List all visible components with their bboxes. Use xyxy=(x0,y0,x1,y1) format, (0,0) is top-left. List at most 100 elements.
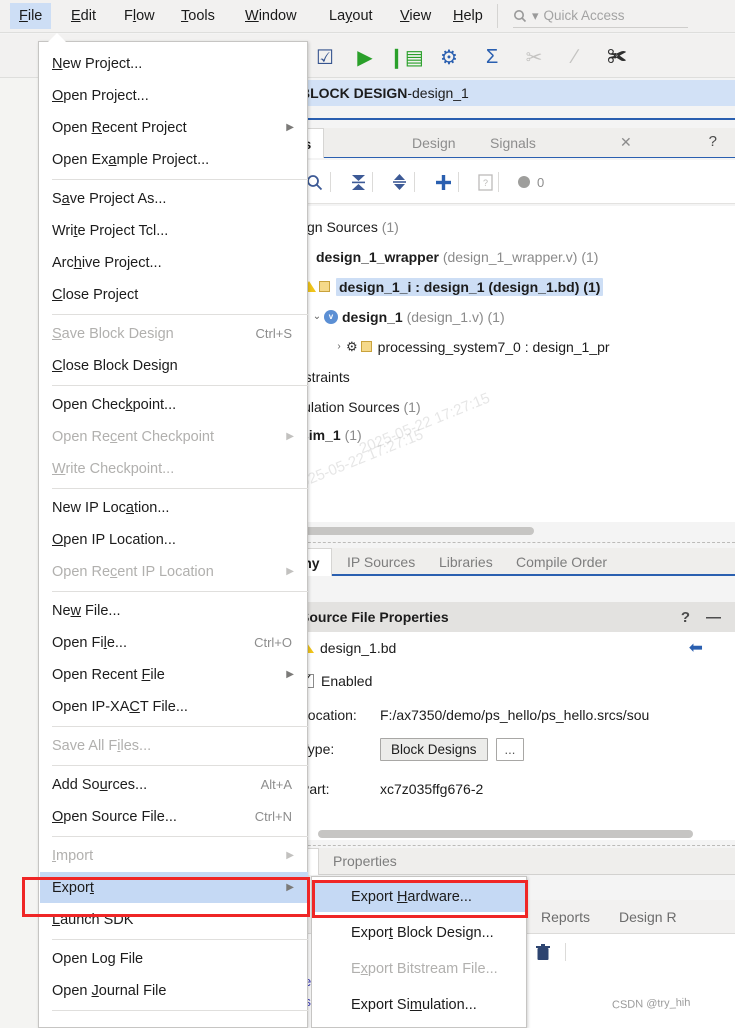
dot-count-icon[interactable]: 0 xyxy=(517,170,544,194)
menu-item-save-project-as[interactable]: Save Project As... xyxy=(40,183,308,214)
tab-design[interactable]: Design xyxy=(400,128,468,158)
menubar-item-file[interactable]: File xyxy=(10,3,52,29)
report-icon[interactable]: ❙▤ xyxy=(388,44,424,70)
menu-item-open-file[interactable]: Open File... Ctrl+O xyxy=(40,627,308,658)
menu-item-label: Launch SDK xyxy=(52,911,134,928)
source-file-row[interactable]: design_1.bd ⬅ xyxy=(238,632,735,664)
console-tab-design-r[interactable]: Design R xyxy=(608,900,688,934)
menu-item-open-example-project[interactable]: Open Example Project... xyxy=(40,144,308,175)
tab-properties[interactable]: Properties xyxy=(322,848,408,875)
tree-caret[interactable]: › xyxy=(332,341,346,352)
properties-horizontal-scrollbar[interactable] xyxy=(318,830,693,838)
back-arrow-icon[interactable]: ⬅ xyxy=(689,638,703,658)
menu-item-new-ip-location[interactable]: New IP Location... xyxy=(40,492,308,523)
menu-item-write-project-tcl[interactable]: Write Project Tcl... xyxy=(40,215,308,246)
menubar-item-edit[interactable]: Edit xyxy=(62,3,105,29)
menu-item-close-project[interactable]: Close Project xyxy=(40,279,308,310)
menu-item-label: Save Project As... xyxy=(52,190,167,207)
sources-toolbar-divider xyxy=(372,172,373,192)
menu-item-launch-sdk[interactable]: Launch SDK xyxy=(40,904,308,935)
menu-item-write-checkpoint: Write Checkpoint... xyxy=(40,453,308,484)
menu-item-open-recent-file[interactable]: Open Recent File ▶ xyxy=(40,659,308,690)
source-file-properties-title: Source File Properties xyxy=(300,609,449,625)
menubar-item-view[interactable]: View xyxy=(391,3,440,29)
menubar-item-window[interactable]: Window xyxy=(236,3,306,29)
menu-pointer xyxy=(48,33,66,42)
help-icon[interactable]: ? xyxy=(709,133,717,150)
menu-item-export[interactable]: Export ▶ xyxy=(40,872,308,903)
menu-separator xyxy=(52,726,308,727)
tree-horizontal-scrollbar[interactable] xyxy=(296,527,534,535)
menu-item-new-project[interactable]: New Project... xyxy=(40,48,308,79)
menu-item-close-block-design[interactable]: Close Block Design xyxy=(40,350,308,381)
menubar-item-layout[interactable]: Layout xyxy=(320,3,382,29)
search-icon[interactable] xyxy=(306,170,323,194)
menu-item-open-ip-location[interactable]: Open IP Location... xyxy=(40,524,308,555)
menu-item-label: Open IP-XACT File... xyxy=(52,698,188,715)
trash-icon[interactable] xyxy=(535,941,551,963)
close-icon[interactable]: ✕ xyxy=(620,134,632,151)
tree-item-label: design_1 (design_1.v) (1) xyxy=(342,308,505,325)
submenu-item-export-block-design[interactable]: Export Block Design... xyxy=(313,917,527,948)
part-value: xc7z035ffg676-2 xyxy=(380,781,484,797)
collapse-all-icon[interactable] xyxy=(350,170,367,194)
scissors-icon[interactable]: ✀ xyxy=(604,44,630,70)
tab-ip-sources[interactable]: IP Sources xyxy=(336,548,426,576)
menu-item-open-ip-xact-file[interactable]: Open IP-XACT File... xyxy=(40,691,308,722)
tree-item-label: design_1_wrapper (design_1_wrapper.v) (1… xyxy=(316,248,599,265)
menu-item-open-project[interactable]: Open Project... xyxy=(40,80,308,111)
help-icon[interactable]: ? xyxy=(681,609,690,626)
validate-design-icon[interactable]: ☑ xyxy=(312,44,338,70)
submenu-item-export-hardware[interactable]: Export Hardware... xyxy=(313,881,527,912)
sigma-sum-icon[interactable]: Σ xyxy=(479,44,505,70)
type-more-button[interactable]: ... xyxy=(495,737,525,761)
source-file-properties-header: Source File Properties ? — xyxy=(238,602,735,632)
submenu-item-export-simulation[interactable]: Export Simulation... xyxy=(313,989,527,1020)
tree-item[interactable]: ⌄ v design_1 (design_1.v) (1) xyxy=(310,304,505,329)
menu-item-label: Open File... xyxy=(52,634,127,651)
menu-item-open-checkpoint[interactable]: Open Checkpoint... xyxy=(40,389,308,420)
location-row: Location: F:/ax7350/demo/ps_hello/ps_hel… xyxy=(300,702,649,728)
menu-item-archive-project[interactable]: Archive Project... xyxy=(40,247,308,278)
source-file-name: design_1.bd xyxy=(320,640,397,656)
tree-caret[interactable]: ⌄ xyxy=(310,311,324,322)
menu-item-open-journal-file[interactable]: Open Journal File xyxy=(40,975,308,1006)
expand-all-icon[interactable] xyxy=(392,170,407,194)
add-sources-icon[interactable] xyxy=(434,170,453,194)
settings-gear-icon[interactable]: ⚙ xyxy=(436,44,462,70)
tree-item-label: processing_system7_0 : design_1_pr xyxy=(377,338,610,355)
submenu-arrow-icon: ▶ xyxy=(286,566,294,577)
menu-item-add-sources[interactable]: Add Sources... Alt+A xyxy=(40,769,308,800)
quick-access-search[interactable]: ▾ Quick Access xyxy=(513,4,688,28)
menubar-item-help[interactable]: Help xyxy=(444,3,492,29)
tab-libraries[interactable]: Libraries xyxy=(428,548,504,576)
menu-item-open-source-file[interactable]: Open Source File... Ctrl+N xyxy=(40,801,308,832)
submenu-arrow-icon: ▶ xyxy=(286,431,294,442)
tree-item[interactable]: ⌄design_1_i : design_1 (design_1.bd) (1) xyxy=(288,274,604,299)
sources-tree: ⌄Design Sources (1)⌄vdesign_1_wrapper (d… xyxy=(238,206,735,522)
tree-item-label: sim_1 (1) xyxy=(301,426,362,443)
menu-item-new-file[interactable]: New File... xyxy=(40,595,308,626)
menu-item-label: Close Project xyxy=(52,286,139,303)
console-tab-reports[interactable]: Reports xyxy=(530,900,601,934)
tree-item[interactable]: ⌄vdesign_1_wrapper (design_1_wrapper.v) … xyxy=(266,244,599,269)
menu-item-label: Open Project... xyxy=(52,87,149,104)
tab-compile-order[interactable]: Compile Order xyxy=(505,548,618,576)
enabled-checkbox-row[interactable]: Enabled xyxy=(300,668,372,694)
report-icon[interactable]: ? xyxy=(478,170,493,194)
menubar-item-flow[interactable]: Flow xyxy=(115,3,164,29)
menubar-item-tools[interactable]: Tools xyxy=(172,3,224,29)
menu-item-open-log-file[interactable]: Open Log File xyxy=(40,943,308,974)
menu-item-label: Save All Files... xyxy=(52,737,152,754)
run-icon[interactable]: ▶ xyxy=(352,44,378,70)
menu-item-open-recent-project[interactable]: Open Recent Project ▶ xyxy=(40,112,308,143)
minimize-icon[interactable]: — xyxy=(706,609,721,626)
tab-signals[interactable]: Signals xyxy=(478,128,548,158)
tree-item[interactable]: › ⚙ processing_system7_0 : design_1_pr xyxy=(332,334,610,359)
menu-item-save-block-design: Save Block Design Ctrl+S xyxy=(40,318,308,349)
submenu-arrow-icon: ▶ xyxy=(286,669,294,680)
menu-item-label: Open Log File xyxy=(52,950,144,967)
globe-icon: v xyxy=(324,309,338,324)
menu-item-label: Import xyxy=(52,847,94,864)
type-value-button[interactable]: Block Designs xyxy=(380,737,488,761)
